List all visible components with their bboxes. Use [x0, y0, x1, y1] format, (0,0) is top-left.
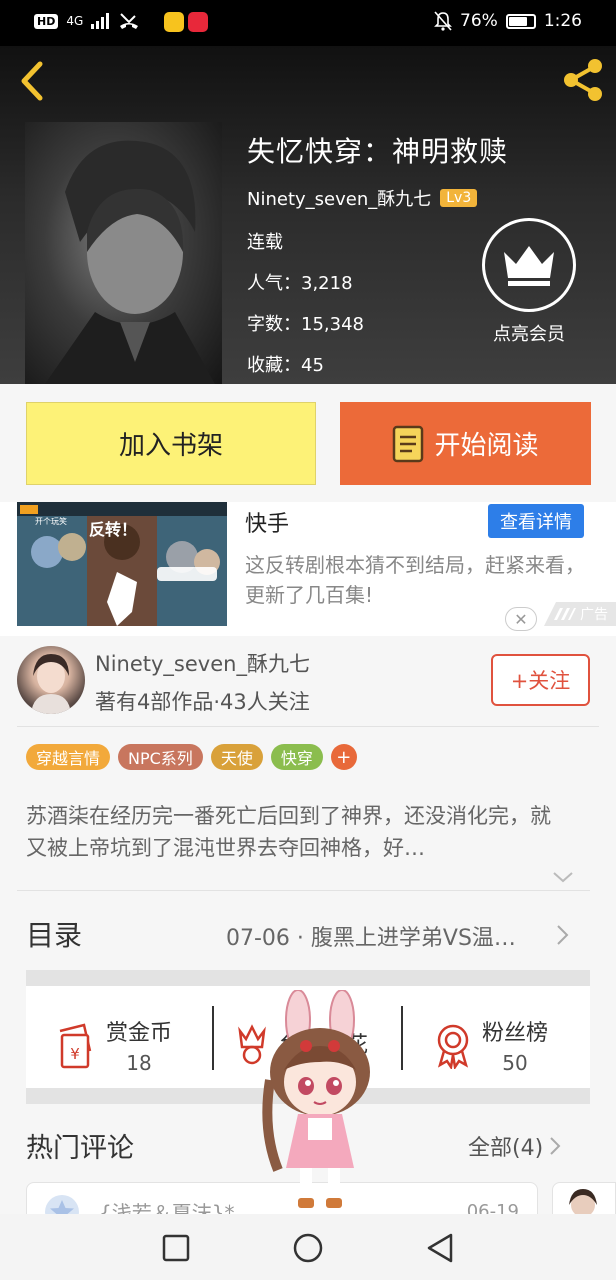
bunny-girl-mascot-image: [262, 989, 370, 1208]
medal-icon: [437, 1024, 469, 1069]
ad-advertiser: 快手: [245, 512, 290, 537]
square-icon: [162, 1234, 190, 1262]
tag-list: 穿越言情 NPC系列 天使 快穿 +: [26, 744, 357, 770]
expand-synopsis-button[interactable]: [552, 868, 574, 887]
status-bar: HD 4G 76% 1:26: [0, 0, 616, 46]
fan-ranking-button[interactable]: 粉丝榜 50: [432, 986, 548, 1104]
red-envelope-icon: ¥: [59, 1023, 92, 1069]
add-tag-button[interactable]: +: [330, 744, 357, 770]
author-name-link[interactable]: Ninety_seven_酥九七: [247, 185, 431, 211]
hot-comments-title: 热门评论: [26, 1133, 134, 1164]
fan-ranking-text: 粉丝榜 50: [482, 1015, 548, 1075]
crown-icon: [504, 246, 554, 286]
latest-chapter: 07-06 · 腹黑上进学弟VS温…: [226, 926, 516, 951]
author-line: Ninety_seven_酥九七 Lv3: [247, 185, 478, 211]
author-name[interactable]: Ninety_seven_酥九七: [95, 648, 310, 678]
recent-apps-button[interactable]: [160, 1232, 192, 1264]
mute-bell-icon: [434, 11, 452, 31]
back-arrow-icon: [21, 61, 43, 101]
ad-close-button[interactable]: ✕: [505, 607, 537, 631]
fan-ranking-value: 50: [502, 1051, 528, 1075]
divider: [17, 890, 590, 891]
author-avatar[interactable]: [17, 646, 85, 714]
tag-chip[interactable]: NPC系列: [118, 744, 203, 770]
synopsis: 苏酒柒在经历完一番死亡后回到了神界，还没消化完，就又被上帝坑到了混沌世界去夺回神…: [26, 804, 551, 860]
ad-provider-icon: [554, 608, 576, 620]
serial-status: 连载: [247, 232, 283, 253]
reward-coins-text: 赏金币 18: [106, 1015, 172, 1075]
network-type: 4G: [66, 14, 84, 28]
share-button[interactable]: [558, 56, 608, 104]
chevron-down-icon: [553, 872, 573, 883]
circle-icon: [293, 1233, 323, 1263]
ad-image[interactable]: 反转！ 开个玩笑: [17, 502, 227, 626]
book-title: 失忆快穿：神明救赎: [247, 135, 509, 168]
status-left: HD 4G: [34, 12, 139, 30]
section-separator: [26, 970, 590, 986]
tag-chip[interactable]: 天使: [210, 744, 263, 770]
hd-badge: HD: [34, 13, 59, 29]
ad-image-caption-small: 开个玩笑: [35, 517, 67, 526]
divider: [401, 1006, 403, 1070]
vip-label: 点亮会员: [493, 324, 565, 345]
book-cover-image[interactable]: [25, 122, 222, 384]
favorites-stat: 收藏：45: [247, 355, 324, 376]
system-nav-bar: [0, 1214, 616, 1280]
ad-description: 这反转剧根本猜不到结局，赶紧来看，更新了几百集!: [245, 553, 585, 607]
action-bar: 加入书架 开始阅读: [0, 384, 616, 502]
share-icon: [564, 59, 602, 101]
missed-call-icon: [120, 13, 139, 29]
battery-percent: 76%: [460, 11, 498, 31]
tag-chip[interactable]: 穿越言情: [26, 744, 111, 770]
book-header: 失忆快穿：神明救赎 Ninety_seven_酥九七 Lv3 连载 人气：3,2…: [0, 46, 616, 384]
start-reading-button[interactable]: 开始阅读: [340, 402, 591, 485]
signal-icon: [91, 13, 110, 29]
chevron-right-icon: [550, 1137, 561, 1155]
divider: [17, 726, 599, 727]
follow-button[interactable]: +关注: [491, 654, 590, 706]
tag-chip[interactable]: 快穿: [270, 744, 323, 770]
notification-apps: [164, 12, 208, 32]
reward-coins-value: 18: [126, 1051, 152, 1075]
reward-coins-button[interactable]: ¥ 赏金币 18: [54, 986, 172, 1104]
svg-text:¥: ¥: [70, 1045, 80, 1063]
clock: 1:26: [543, 11, 582, 31]
fan-ranking-label: 粉丝榜: [482, 1021, 549, 1046]
chevron-right-icon: [557, 925, 569, 945]
avatar-image: [31, 654, 71, 714]
level-badge: Lv3: [440, 189, 478, 207]
floating-mascot[interactable]: [250, 989, 390, 1212]
triangle-back-icon: [427, 1233, 453, 1263]
vip-button[interactable]: 点亮会员: [481, 218, 577, 348]
author-meta: 著有4部作品·43人关注: [95, 690, 310, 714]
all-comments-label: 全部(4): [468, 1136, 544, 1161]
word-count-stat: 字数：15,348: [247, 314, 364, 335]
add-to-shelf-button[interactable]: 加入书架: [26, 402, 316, 485]
battery-icon: [505, 13, 536, 29]
ad-banner: 反转！ 开个玩笑 快手 查看详情 这反转剧根本猜不到结局，赶紧来看，更新了几百集…: [0, 502, 616, 636]
catalog-label: 目录: [26, 919, 83, 952]
back-nav-button[interactable]: [424, 1232, 456, 1264]
home-button[interactable]: [292, 1232, 324, 1264]
catalog-row[interactable]: 目录 07-06 · 腹黑上进学弟VS温…: [0, 892, 616, 972]
start-reading-label: 开始阅读: [434, 431, 539, 461]
ad-label: 广告: [544, 602, 616, 626]
popularity-stat: 人气：3,218: [247, 273, 353, 294]
vip-ring: [482, 218, 576, 312]
ad-view-details-button[interactable]: 查看详情: [488, 504, 584, 538]
cover-portrait-image: [45, 140, 215, 384]
reward-coins-label: 赏金币: [106, 1021, 173, 1046]
all-comments-link[interactable]: 全部(4): [468, 1130, 561, 1162]
book-icon: [393, 425, 424, 462]
divider: [212, 1006, 214, 1070]
app-notification-icon: [188, 12, 208, 32]
app-notification-icon: [164, 12, 184, 32]
back-button[interactable]: [14, 58, 54, 104]
ad-label-text: 广告: [580, 607, 608, 623]
status-right: 76% 1:26: [434, 11, 582, 31]
ad-image-caption: 反转！: [89, 520, 138, 539]
